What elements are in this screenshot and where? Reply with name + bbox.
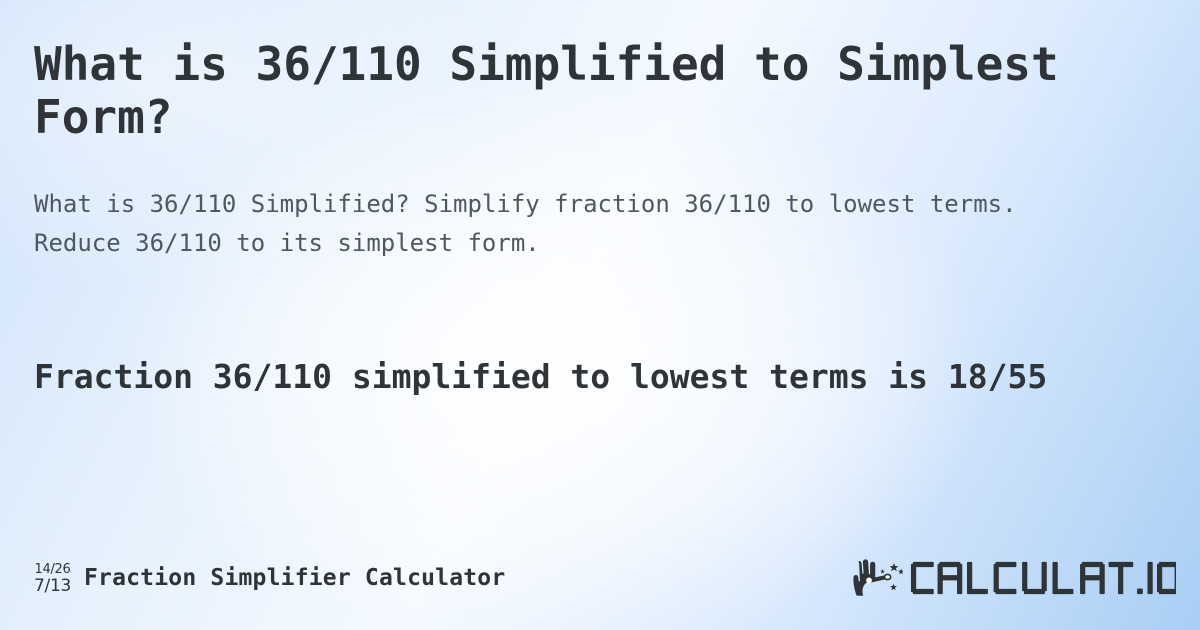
logo-wordmark <box>910 558 1176 598</box>
page-description: What is 36/110 Simplified? Simplify frac… <box>34 190 1031 257</box>
page-title: What is 36/110 Simplified to Simplest Fo… <box>34 37 1087 145</box>
footer-branding: 14/26 7/13 Fraction Simplifier Calculato… <box>34 562 505 595</box>
fraction-simplify-icon: 14/26 7/13 <box>34 562 71 595</box>
hand-holding-magic-wand-icon <box>849 557 903 599</box>
share-card: What is 36/110 Simplified to Simplest Fo… <box>0 0 1200 630</box>
result-statement: Fraction 36/110 simplified to lowest ter… <box>34 357 1048 396</box>
footer-site-section: Fraction Simplifier Calculator <box>83 565 506 591</box>
fraction-icon-after: 7/13 <box>34 575 71 596</box>
calculatio-logo[interactable] <box>849 557 1176 599</box>
fraction-icon-before: 14/26 <box>34 561 71 577</box>
card-footer: 14/26 7/13 Fraction Simplifier Calculato… <box>34 552 1176 604</box>
card-content: What is 36/110 Simplified to Simplest Fo… <box>0 0 1200 630</box>
